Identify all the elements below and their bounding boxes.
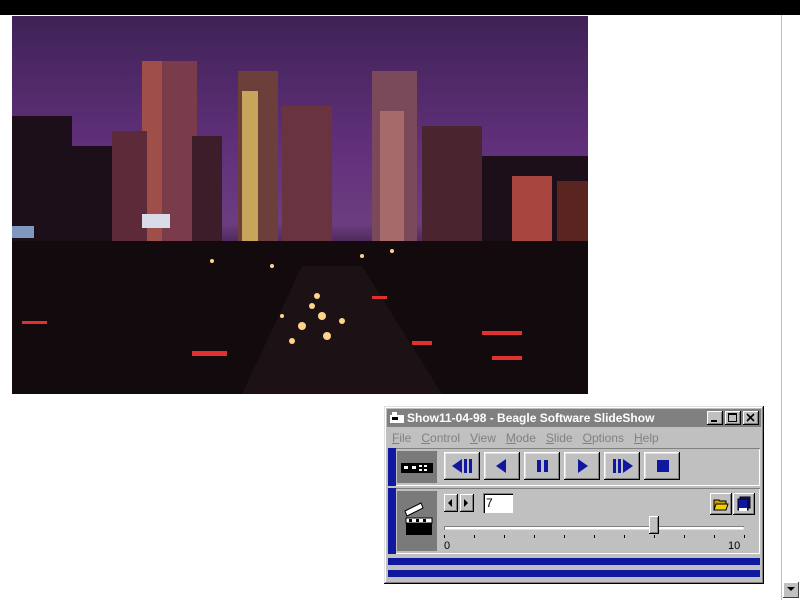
menu-accelerator: O	[582, 431, 592, 445]
slider-tick	[504, 535, 505, 538]
open-folder-button[interactable]	[710, 493, 732, 515]
menu-accelerator: F	[392, 431, 400, 445]
slider-min-label: 0	[444, 540, 451, 552]
slider-max-label: 10	[728, 540, 741, 552]
status-bar-top	[388, 558, 760, 565]
window-title: Show11-04-98 - Beagle Software SlideShow	[407, 411, 655, 425]
arrow-left-icon	[448, 499, 452, 507]
slider-tick	[564, 535, 565, 538]
slider-tick	[624, 535, 625, 538]
skip-forward-icon	[613, 459, 633, 473]
menu-control[interactable]: Control	[416, 431, 465, 445]
arrow-down-icon	[787, 587, 795, 591]
menu-accelerator: C	[421, 431, 431, 445]
menu-accelerator: S	[545, 431, 554, 445]
menu-file[interactable]: File	[387, 431, 416, 445]
minimize-button[interactable]	[707, 411, 723, 425]
menu-bar: File Control View Mode Slide Options Hel…	[387, 428, 761, 448]
transport-panel	[388, 448, 760, 486]
slider-tick	[594, 535, 595, 538]
slide-slider-thumb[interactable]	[649, 516, 659, 534]
skip-back-button[interactable]	[444, 452, 480, 480]
arrow-right-icon	[464, 499, 468, 507]
menu-accelerator: H	[633, 431, 643, 445]
maximize-icon	[728, 413, 737, 422]
scroll-down-button[interactable]	[783, 582, 799, 598]
slider-tick	[654, 535, 655, 538]
projector-icon	[390, 412, 404, 423]
status-bar-bottom	[388, 570, 760, 577]
slide-panel: 7 0 10	[388, 488, 760, 554]
slider-tick	[714, 535, 715, 538]
next-slide-button[interactable]	[460, 494, 474, 512]
skip-back-icon	[452, 459, 472, 473]
clapperboard-logo	[397, 491, 437, 551]
play-reverse-button[interactable]	[484, 452, 520, 480]
slider-tick	[744, 535, 745, 538]
stop-button[interactable]	[644, 452, 680, 480]
slider-tick	[444, 535, 445, 538]
document-stack-icon	[737, 496, 751, 511]
tape-deck-logo	[397, 451, 437, 483]
folder-open-icon	[713, 499, 729, 511]
menu-accelerator: M	[505, 431, 516, 445]
menu-help[interactable]: Help	[629, 431, 664, 445]
tape-deck-icon	[401, 463, 433, 473]
play-button[interactable]	[564, 452, 600, 480]
pause-icon	[537, 460, 548, 472]
play-reverse-icon	[496, 459, 506, 473]
top-black-bar	[0, 0, 800, 15]
menu-slide[interactable]: Slide	[541, 431, 578, 445]
slideshow-window: Show11-04-98 - Beagle Software SlideShow…	[384, 406, 764, 584]
menu-view[interactable]: View	[465, 431, 501, 445]
pause-button[interactable]	[524, 452, 560, 480]
title-bar[interactable]: Show11-04-98 - Beagle Software SlideShow	[387, 409, 761, 427]
close-button[interactable]	[743, 411, 759, 425]
vertical-scrollbar[interactable]	[781, 15, 800, 600]
play-icon	[578, 459, 588, 473]
close-icon	[746, 413, 755, 422]
skip-forward-button[interactable]	[604, 452, 640, 480]
clapperboard-icon	[404, 502, 433, 535]
slider-tick	[474, 535, 475, 538]
slide-number-field[interactable]: 7	[483, 493, 513, 513]
slide-slider-track[interactable]	[444, 526, 744, 530]
slider-tick	[684, 535, 685, 538]
panel-stripe	[388, 488, 396, 554]
slideshow-photo	[12, 16, 588, 394]
slide-properties-button[interactable]	[733, 493, 755, 515]
menu-mode[interactable]: Mode	[501, 431, 541, 445]
stop-icon	[657, 460, 669, 472]
menu-options[interactable]: Options	[578, 431, 629, 445]
minimize-icon	[711, 420, 717, 422]
maximize-button[interactable]	[725, 411, 741, 425]
slider-tick	[534, 535, 535, 538]
prev-slide-button[interactable]	[444, 494, 458, 512]
menu-accelerator: V	[470, 431, 478, 445]
panel-stripe	[388, 448, 396, 486]
